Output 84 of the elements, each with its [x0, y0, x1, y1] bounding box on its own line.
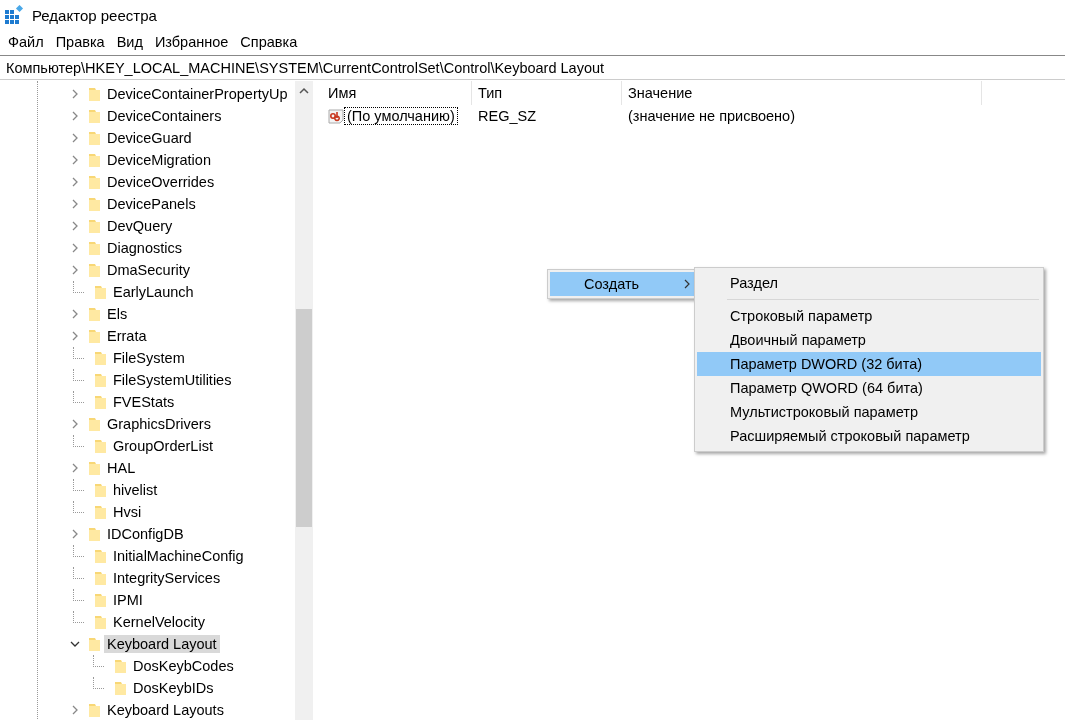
folder-icon — [94, 614, 107, 630]
tree-item[interactable]: DeviceOverrides — [104, 173, 218, 191]
folder-icon — [88, 218, 101, 234]
tree-item[interactable]: HAL — [104, 459, 139, 477]
tree-item[interactable]: IPMI — [110, 591, 146, 609]
folder-icon — [94, 350, 107, 366]
folder-icon — [94, 438, 107, 454]
folder-icon — [94, 592, 107, 608]
folder-icon — [94, 570, 107, 586]
tree-item[interactable]: DeviceMigration — [104, 151, 214, 169]
tree-item[interactable]: IntegrityServices — [110, 569, 224, 587]
tree-item[interactable]: IDConfigDB — [104, 525, 187, 543]
folder-icon — [88, 262, 101, 278]
tree-item[interactable]: DosKeybCodes — [130, 657, 237, 675]
value-name[interactable]: (По умолчанию) — [345, 108, 457, 124]
scroll-thumb[interactable] — [296, 309, 312, 527]
column-header[interactable]: Имя — [322, 81, 472, 105]
folder-icon — [88, 86, 101, 102]
tree-item[interactable]: Diagnostics — [104, 239, 185, 257]
folder-icon — [94, 284, 107, 300]
string-value-icon — [327, 107, 345, 125]
tree-item[interactable]: FileSystemUtilities — [110, 371, 235, 389]
folder-icon — [114, 680, 127, 696]
folder-icon — [94, 504, 107, 520]
folder-icon — [88, 526, 101, 542]
menu-item[interactable]: Избранное — [148, 34, 235, 50]
menu-item[interactable]: Расширяемый строковый параметр — [697, 424, 1041, 448]
folder-icon — [88, 130, 101, 146]
tree-item[interactable]: Errata — [104, 327, 150, 345]
tree-item[interactable]: DevQuery — [104, 217, 176, 235]
folder-icon — [88, 108, 101, 124]
tree-item[interactable]: Hvsi — [110, 503, 145, 521]
menu-item[interactable]: Справка — [234, 34, 304, 50]
folder-icon — [94, 548, 107, 564]
tree-item[interactable]: GroupOrderList — [110, 437, 216, 455]
tree-item[interactable]: Els — [104, 305, 131, 323]
tree-item[interactable]: DmaSecurity — [104, 261, 193, 279]
tree-item[interactable]: DeviceContainers — [104, 107, 225, 125]
tree-item[interactable]: DevicePanels — [104, 195, 199, 213]
value-type: REG_SZ — [477, 108, 537, 124]
folder-icon — [94, 394, 107, 410]
tree-item[interactable]: InitialMachineConfig — [110, 547, 247, 565]
folder-icon — [88, 416, 101, 432]
folder-icon — [88, 460, 101, 476]
folder-icon — [88, 328, 101, 344]
menu-item[interactable]: Раздел — [697, 271, 1041, 295]
tree-item[interactable]: KernelVelocity — [110, 613, 208, 631]
window-title: Редактор реестра — [32, 6, 157, 24]
menu-item[interactable]: Создать — [550, 272, 696, 296]
menu-item[interactable]: Строковый параметр — [697, 304, 1041, 328]
tree-item[interactable]: EarlyLaunch — [110, 283, 197, 301]
tree-item[interactable]: FVEStats — [110, 393, 178, 411]
menu-item[interactable]: Файл — [2, 34, 50, 50]
folder-icon — [114, 658, 127, 674]
tree-item[interactable]: Keyboard Layout — [104, 635, 220, 653]
menu-item[interactable]: Параметр DWORD (32 бита) — [697, 352, 1041, 376]
tree-item[interactable]: Keyboard Layouts — [104, 701, 227, 719]
column-header[interactable]: Значение — [622, 81, 982, 105]
folder-icon — [88, 196, 101, 212]
tree-item[interactable]: FileSystem — [110, 349, 188, 367]
tree-item[interactable]: hivelist — [110, 481, 161, 499]
folder-icon — [88, 174, 101, 190]
folder-icon — [94, 372, 107, 388]
folder-icon — [88, 306, 101, 322]
scrollbar[interactable] — [295, 81, 313, 720]
folder-icon — [88, 152, 101, 168]
menu-item[interactable]: Параметр QWORD (64 бита) — [697, 376, 1041, 400]
folder-icon — [88, 240, 101, 256]
menu-item[interactable]: Вид — [110, 34, 149, 50]
scroll-up-icon[interactable] — [299, 87, 309, 94]
folder-icon — [94, 482, 107, 498]
tree-item[interactable]: DosKeybIDs — [130, 679, 217, 697]
column-header[interactable]: Тип — [472, 81, 622, 105]
value-data: (значение не присвоено) — [627, 108, 796, 124]
menu-item[interactable]: Мультистроковый параметр — [697, 400, 1041, 424]
menu-item[interactable]: Двоичный параметр — [697, 328, 1041, 352]
registry-editor-icon — [4, 5, 24, 25]
address-field[interactable]: Компьютер\HKEY_LOCAL_MACHINE\SYSTEM\CurrentControlSet\Control\Keyboard Layout — [0, 55, 1065, 80]
menu-item[interactable]: Правка — [49, 34, 111, 50]
tree-item[interactable]: GraphicsDrivers — [104, 415, 214, 433]
tree-item[interactable]: DeviceContainerPropertyUp — [104, 85, 291, 103]
folder-icon — [88, 636, 101, 652]
tree-item[interactable]: DeviceGuard — [104, 129, 195, 147]
folder-icon — [88, 702, 101, 718]
